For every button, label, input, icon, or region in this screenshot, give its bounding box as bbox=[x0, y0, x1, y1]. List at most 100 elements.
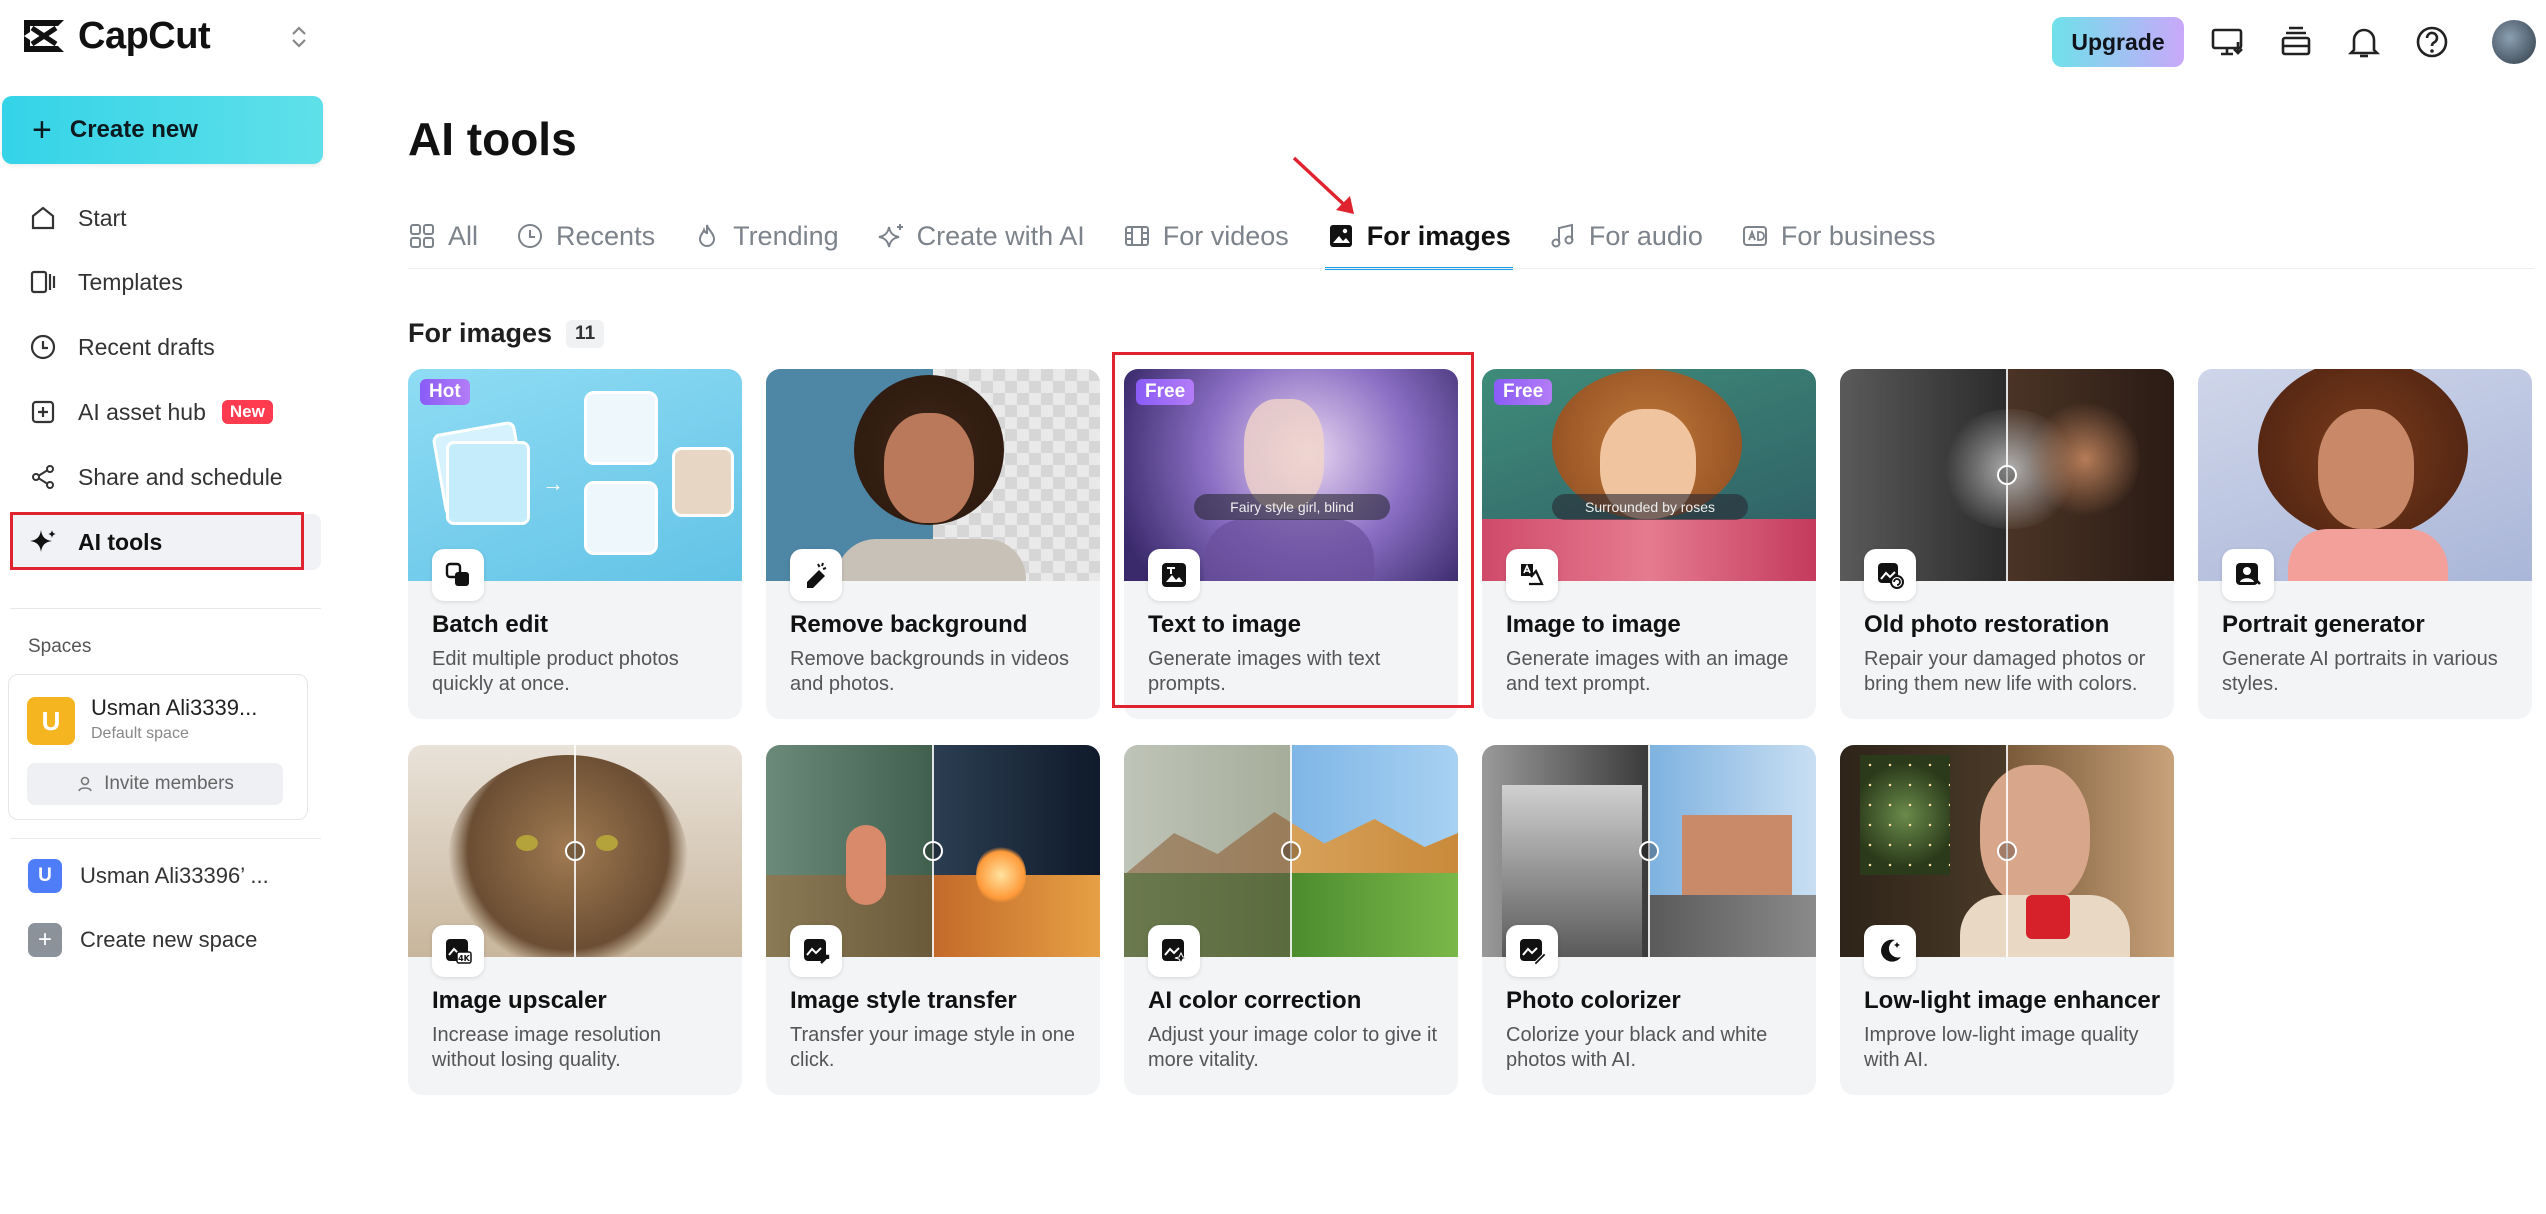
invite-members-button[interactable]: Invite members bbox=[27, 763, 283, 805]
section-count: 11 bbox=[566, 320, 604, 348]
card-description: Remove backgrounds in videos and photos. bbox=[790, 647, 1080, 697]
app-window: CapCut + Create new Start Templates Rece… bbox=[0, 0, 2546, 1214]
section-heading: For images 11 bbox=[408, 318, 604, 349]
card-description: Transfer your image style in one click. bbox=[790, 1023, 1080, 1073]
grid-icon bbox=[408, 222, 436, 250]
card-title: Photo colorizer bbox=[1506, 987, 1681, 1015]
tool-card-low-light-enhancer[interactable]: Low-light image enhancer Improve low-lig… bbox=[1840, 745, 2174, 1095]
person-icon bbox=[76, 775, 94, 793]
tool-card-batch-edit[interactable]: → Hot Batch edit Edit multiple product p… bbox=[408, 369, 742, 719]
section-title: For images bbox=[408, 318, 552, 349]
prompt-caption: Surrounded by roses bbox=[1552, 494, 1748, 520]
tab-create-with-ai[interactable]: Create with AI bbox=[877, 206, 1085, 266]
sidebar-item-label: Start bbox=[78, 205, 127, 232]
tab-label: Trending bbox=[733, 221, 839, 252]
desktop-download-icon[interactable] bbox=[2208, 22, 2248, 62]
asset-hub-icon bbox=[28, 397, 58, 427]
tab-all[interactable]: All bbox=[408, 206, 478, 266]
home-icon bbox=[28, 203, 58, 233]
sidebar-item-templates[interactable]: Templates bbox=[10, 254, 321, 310]
eraser-icon bbox=[790, 549, 842, 601]
card-title: AI color correction bbox=[1148, 987, 1361, 1015]
film-icon bbox=[1123, 222, 1151, 250]
card-description: Generate images with text prompts. bbox=[1148, 647, 1438, 697]
sidebar-item-label: AI asset hub bbox=[78, 399, 206, 426]
workspace-switch-icon[interactable] bbox=[284, 22, 314, 52]
card-description: Repair your damaged photos or bring them… bbox=[1864, 647, 2154, 697]
storage-icon[interactable] bbox=[2276, 22, 2316, 62]
space-item-usman[interactable]: U Usman Ali33396’ ... bbox=[28, 856, 269, 896]
tool-card-old-photo-restoration[interactable]: Old photo restoration Repair your damage… bbox=[1840, 369, 2174, 719]
translate-image-icon bbox=[1506, 549, 1558, 601]
sidebar-item-label: Share and schedule bbox=[78, 464, 283, 491]
card-title: Portrait generator bbox=[2222, 611, 2425, 639]
tab-trending[interactable]: Trending bbox=[693, 206, 839, 266]
tab-recents[interactable]: Recents bbox=[516, 206, 655, 266]
tool-card-image-to-image[interactable]: Surrounded by roses Free Image to image … bbox=[1482, 369, 1816, 719]
compare-slider-handle bbox=[1639, 841, 1659, 861]
tool-card-image-upscaler[interactable]: 4K Image upscaler Increase image resolut… bbox=[408, 745, 742, 1095]
sidebar-item-ai-asset-hub[interactable]: AI asset hub New bbox=[10, 384, 321, 440]
card-title: Batch edit bbox=[432, 611, 548, 639]
sidebar-item-recent-drafts[interactable]: Recent drafts bbox=[10, 319, 321, 375]
plus-icon: + bbox=[28, 923, 62, 957]
compare-slider-handle bbox=[923, 841, 943, 861]
tool-card-text-to-image[interactable]: Fairy style girl, blind Free Text to ima… bbox=[1124, 369, 1458, 719]
tab-for-business[interactable]: For business bbox=[1741, 206, 1936, 266]
hot-tag: Hot bbox=[420, 379, 470, 405]
tabs-underline bbox=[408, 268, 2534, 269]
capcut-logo[interactable]: CapCut bbox=[20, 14, 210, 58]
user-avatar[interactable] bbox=[2492, 20, 2536, 64]
tab-for-audio[interactable]: For audio bbox=[1549, 206, 1703, 266]
music-icon bbox=[1549, 222, 1577, 250]
style-transfer-icon bbox=[790, 925, 842, 977]
color-correction-icon bbox=[1148, 925, 1200, 977]
compare-slider-handle bbox=[1281, 841, 1301, 861]
compare-slider-handle bbox=[1997, 841, 2017, 861]
sidebar-item-label: Recent drafts bbox=[78, 334, 215, 361]
card-title: Image upscaler bbox=[432, 987, 607, 1015]
tool-card-remove-background[interactable]: Remove background Remove backgrounds in … bbox=[766, 369, 1100, 719]
card-description: Generate AI portraits in various styles. bbox=[2222, 647, 2512, 697]
sparkle-icon bbox=[28, 527, 58, 557]
templates-icon bbox=[28, 267, 58, 297]
sidebar-item-start[interactable]: Start bbox=[10, 190, 321, 246]
create-new-space-label: Create new space bbox=[80, 927, 257, 953]
capcut-logo-icon bbox=[20, 16, 68, 56]
help-icon[interactable] bbox=[2412, 22, 2452, 62]
plus-icon: + bbox=[32, 113, 52, 147]
upgrade-button[interactable]: Upgrade bbox=[2052, 17, 2184, 67]
card-description: Edit multiple product photos quickly at … bbox=[432, 647, 722, 697]
prompt-caption: Fairy style girl, blind bbox=[1194, 494, 1390, 520]
card-description: Adjust your image color to give it more … bbox=[1148, 1023, 1438, 1073]
card-description: Colorize your black and white photos wit… bbox=[1506, 1023, 1796, 1073]
tab-for-videos[interactable]: For videos bbox=[1123, 206, 1289, 266]
card-title: Text to image bbox=[1148, 611, 1301, 639]
spaces-heading: Spaces bbox=[28, 636, 91, 658]
tool-card-portrait-generator[interactable]: Portrait generator Generate AI portraits… bbox=[2198, 369, 2532, 719]
portrait-icon bbox=[2222, 549, 2274, 601]
tab-label: Recents bbox=[556, 221, 655, 252]
card-description: Generate images with an image and text p… bbox=[1506, 647, 1796, 697]
card-description: Improve low-light image quality with AI. bbox=[1864, 1023, 2154, 1073]
svg-text:4K: 4K bbox=[458, 954, 471, 963]
sidebar-item-ai-tools[interactable]: AI tools bbox=[10, 514, 321, 570]
bell-icon[interactable] bbox=[2344, 22, 2384, 62]
sidebar-item-label: AI tools bbox=[78, 529, 162, 556]
sidebar-item-share-schedule[interactable]: Share and schedule bbox=[10, 449, 321, 505]
tool-card-image-style-transfer[interactable]: Image style transfer Transfer your image… bbox=[766, 745, 1100, 1095]
card-title: Image style transfer bbox=[790, 987, 1017, 1015]
create-new-button[interactable]: + Create new bbox=[2, 96, 323, 164]
new-badge: New bbox=[222, 400, 273, 424]
tool-card-photo-colorizer[interactable]: Photo colorizer Colorize your black and … bbox=[1482, 745, 1816, 1095]
tab-label: For images bbox=[1367, 221, 1511, 252]
tab-label: All bbox=[448, 221, 478, 252]
sidebar: CapCut + Create new Start Templates Rece… bbox=[0, 0, 330, 1214]
share-icon bbox=[28, 462, 58, 492]
space-subtitle: Default space bbox=[91, 725, 189, 743]
tab-for-images[interactable]: For images bbox=[1327, 206, 1511, 266]
create-new-space-button[interactable]: + Create new space bbox=[28, 920, 257, 960]
tab-label: For audio bbox=[1589, 221, 1703, 252]
default-space-card[interactable]: U Usman Ali3339... Default space Invite … bbox=[8, 674, 308, 820]
tool-card-ai-color-correction[interactable]: AI color correction Adjust your image co… bbox=[1124, 745, 1458, 1095]
